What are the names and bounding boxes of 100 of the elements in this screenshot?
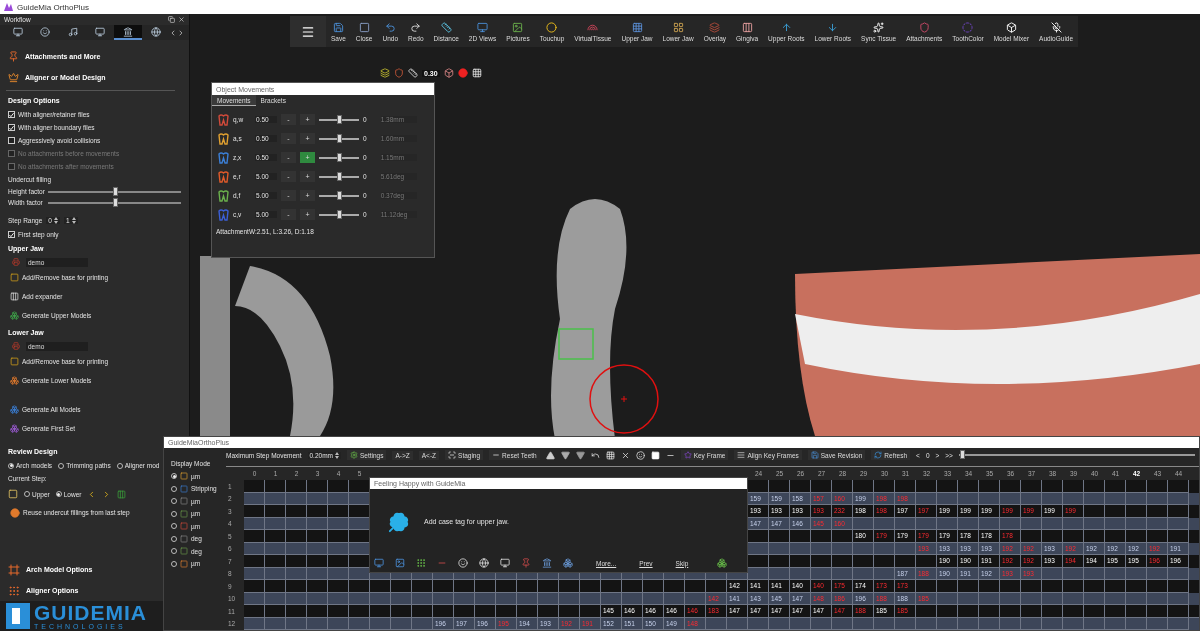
table-cell	[1147, 505, 1168, 518]
table-cell	[1084, 480, 1105, 493]
models-icon	[10, 424, 19, 433]
slider-track[interactable]	[48, 190, 181, 193]
float-icon[interactable]	[168, 16, 175, 23]
table-cell	[790, 617, 811, 630]
radio-button[interactable]	[24, 491, 30, 497]
table-cell	[1147, 580, 1168, 593]
table-cell	[832, 555, 853, 568]
table-cell	[307, 580, 328, 593]
icon-tab[interactable]	[114, 25, 142, 40]
monitor-icon[interactable]	[374, 558, 384, 568]
slider-track[interactable]	[319, 156, 359, 159]
grid-icon[interactable]	[605, 450, 615, 460]
table-cell	[349, 605, 370, 618]
radio-button[interactable]	[171, 523, 177, 530]
table-cell	[265, 480, 286, 493]
table-cell	[244, 480, 265, 493]
record-icon[interactable]	[457, 68, 468, 78]
table-cell	[1042, 617, 1063, 630]
slider-thumb[interactable]	[112, 197, 118, 207]
radio-button[interactable]	[171, 485, 177, 492]
table-cell	[1168, 617, 1189, 630]
radio-button[interactable]	[116, 462, 123, 469]
table-cell	[265, 617, 286, 630]
table-cell	[1042, 605, 1063, 618]
radio-button[interactable]	[171, 560, 177, 567]
slider-track[interactable]	[319, 175, 359, 178]
table-cell	[790, 555, 811, 568]
radio-button[interactable]	[55, 491, 62, 497]
table-cell	[1000, 605, 1021, 618]
table-cell	[1063, 617, 1084, 630]
spinner-arrows-icon[interactable]	[71, 216, 76, 224]
logo-mark-icon	[6, 603, 30, 629]
radio-button[interactable]	[171, 498, 177, 505]
radio-button[interactable]	[171, 548, 177, 555]
slider-thumb[interactable]	[337, 171, 342, 181]
columns-icon	[741, 21, 753, 33]
table-cell	[1042, 530, 1063, 543]
table-cell	[811, 555, 832, 568]
slider-thumb[interactable]	[337, 133, 342, 143]
layers-icon[interactable]	[380, 68, 390, 78]
radio-button[interactable]	[171, 473, 177, 480]
slider-track[interactable]	[319, 118, 359, 121]
slider-thumb[interactable]	[337, 190, 342, 200]
table-cell	[496, 580, 517, 593]
slider-thumb[interactable]	[337, 209, 342, 219]
radio-button[interactable]	[171, 510, 177, 517]
boxes-icon[interactable]	[717, 558, 728, 568]
undo-icon[interactable]	[590, 450, 600, 460]
table-cell	[454, 580, 475, 593]
picture-icon	[512, 21, 524, 33]
table-cell	[1021, 480, 1042, 493]
slider-track[interactable]	[319, 194, 359, 197]
radio-button[interactable]	[58, 462, 65, 469]
table-cell	[307, 505, 328, 518]
expander-icon	[10, 292, 19, 301]
table-cell	[328, 617, 349, 630]
table-cell	[685, 580, 706, 593]
table-cell	[916, 605, 937, 618]
bank-icon[interactable]	[542, 558, 552, 568]
slider-thumb[interactable]	[959, 450, 965, 459]
table-cell	[1126, 505, 1147, 518]
slider-thumb[interactable]	[337, 152, 342, 162]
radio-button[interactable]	[171, 535, 177, 542]
slider-track[interactable]	[319, 137, 359, 140]
slider-thumb[interactable]	[112, 186, 118, 196]
monitor-icon[interactable]	[500, 558, 510, 568]
boxes-icon[interactable]	[563, 558, 573, 568]
slider-track[interactable]	[319, 213, 359, 216]
spinner-arrows-icon[interactable]	[335, 451, 339, 459]
triangle-up-icon[interactable]	[545, 450, 555, 460]
table-cell	[874, 480, 895, 493]
table-cell	[1021, 605, 1042, 618]
table-cell	[1147, 480, 1168, 493]
models-icon	[10, 405, 19, 414]
table-cell	[1168, 480, 1189, 493]
radio-button[interactable]	[8, 462, 14, 469]
globe-icon[interactable]	[479, 558, 489, 568]
table-cell	[1147, 530, 1168, 543]
star-icon	[683, 451, 692, 459]
close-icon[interactable]	[178, 16, 185, 23]
table-cell	[454, 605, 475, 618]
shield-icon[interactable]	[394, 68, 404, 78]
cross-icon[interactable]	[620, 450, 630, 460]
picture-icon[interactable]	[395, 558, 405, 568]
table-cell	[916, 480, 937, 493]
table-cell	[412, 580, 433, 593]
slider-track[interactable]	[48, 201, 181, 204]
grid-icon	[672, 21, 684, 33]
table-cell	[370, 617, 391, 630]
table-cell	[244, 505, 265, 518]
table-cell	[811, 480, 832, 493]
cube-icon[interactable]	[443, 68, 454, 78]
grid-icon[interactable]	[471, 68, 482, 78]
circle-icon	[10, 507, 20, 518]
monitor-icon	[12, 26, 23, 37]
slider-thumb[interactable]	[337, 114, 342, 124]
table-cell	[1084, 530, 1105, 543]
spinner-arrows-icon[interactable]	[53, 216, 58, 224]
